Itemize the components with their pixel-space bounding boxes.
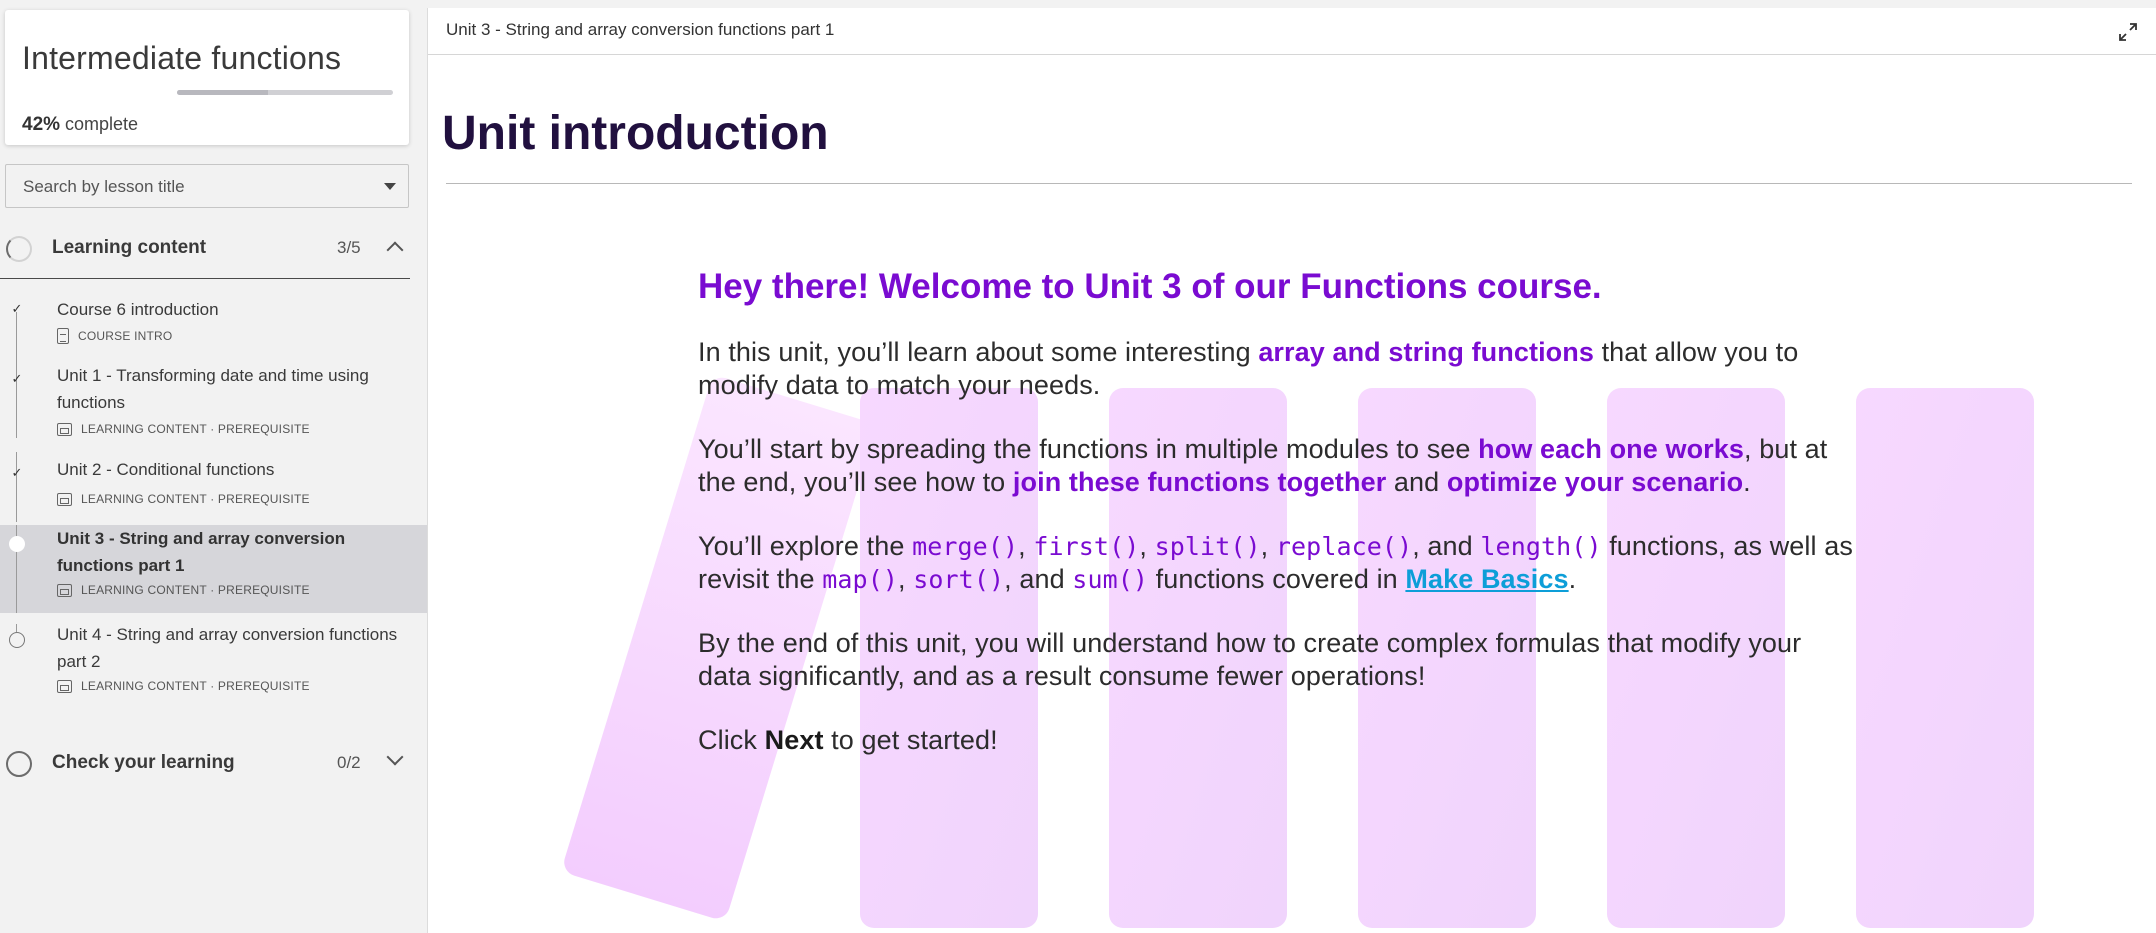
topbar-title: Unit 3 - String and array conversion fun… — [446, 20, 835, 39]
progress-bar — [177, 90, 393, 95]
page-title: Unit introduction — [442, 107, 829, 160]
lesson-title: Unit 1 - Transforming date and time usin… — [57, 366, 369, 412]
lesson-meta: LEARNING CONTENT · PREREQUISITE — [57, 492, 310, 506]
section-title: Check your learning — [52, 752, 235, 773]
next-keyword: Next — [764, 725, 824, 755]
progress-percent: 42% — [22, 114, 61, 135]
function-code: length() — [1480, 532, 1602, 561]
search-placeholder: Search by lesson title — [23, 177, 185, 196]
lesson-title: Unit 4 - String and array conversion fun… — [57, 625, 398, 671]
welcome-heading: Hey there! Welcome to Unit 3 of our Func… — [698, 267, 1602, 306]
lesson-body: Hey there! Welcome to Unit 3 of our Func… — [698, 266, 1858, 788]
lesson-item-unit-4[interactable]: Unit 4 - String and array conversion fun… — [0, 624, 427, 702]
lesson-meta-text: COURSE INTRO — [78, 329, 173, 343]
course-progress-card: Intermediate functions 42% complete — [5, 10, 409, 145]
check-icon: ✓ — [11, 465, 23, 480]
lesson-item-course-intro[interactable]: ✓ Course 6 introduction COURSE INTRO — [0, 290, 427, 358]
expand-icon[interactable] — [2118, 22, 2138, 42]
paragraph-4: By the end of this unit, you will unders… — [698, 628, 1802, 691]
divider — [446, 183, 2132, 184]
lesson-search-dropdown[interactable]: Search by lesson title — [5, 164, 409, 208]
caret-down-icon — [384, 183, 396, 190]
progress-suffix: complete — [60, 114, 139, 134]
lesson-title: Unit 2 - Conditional functions — [57, 460, 275, 479]
check-icon: ✓ — [11, 301, 23, 316]
lesson-meta-text: LEARNING CONTENT · PREREQUISITE — [81, 492, 310, 506]
slides-icon — [57, 492, 72, 506]
lesson-item-unit-3[interactable]: Unit 3 - String and array conversion fun… — [0, 525, 427, 613]
lesson-meta: LEARNING CONTENT · PREREQUISITE — [57, 583, 310, 597]
paragraph-2: You’ll start by spreading the functions … — [698, 434, 1828, 497]
lesson-content-panel: Unit 3 - String and array conversion fun… — [427, 8, 2156, 933]
progress-bar-fill — [177, 90, 268, 95]
paragraph-5: Click Next to get started! — [698, 725, 998, 755]
section-title: Learning content — [52, 237, 207, 258]
lesson-title: Course 6 introduction — [57, 300, 219, 319]
lesson-item-unit-1[interactable]: ✓ Unit 1 - Transforming date and time us… — [0, 358, 427, 438]
highlight-text: array and string functions — [1258, 337, 1594, 367]
content-topbar: Unit 3 - String and array conversion fun… — [428, 8, 2156, 55]
highlight-text: join these functions together — [1012, 467, 1387, 497]
section-progress-ring-icon — [6, 751, 32, 777]
highlight-text: how each one works — [1478, 434, 1745, 464]
function-code: map() — [822, 565, 899, 594]
section-learning-content[interactable]: Learning content 3/5 — [0, 223, 410, 279]
function-code: sort() — [913, 565, 1005, 594]
timeline-line — [16, 358, 17, 438]
lesson-meta-text: LEARNING CONTENT · PREREQUISITE — [81, 583, 310, 597]
timeline-line — [16, 452, 17, 522]
slides-icon — [57, 679, 72, 693]
section-count: 0/2 — [337, 753, 361, 772]
lesson-title: Unit 3 - String and array conversion fun… — [57, 529, 346, 575]
incomplete-lesson-indicator-icon — [9, 632, 25, 648]
function-code: split() — [1154, 532, 1261, 561]
progress-label: 42% complete — [22, 114, 138, 136]
lesson-meta: LEARNING CONTENT · PREREQUISITE — [57, 422, 310, 436]
chevron-up-icon[interactable] — [386, 241, 404, 259]
lesson-item-unit-2[interactable]: ✓ Unit 2 - Conditional functions LEARNIN… — [0, 452, 427, 522]
course-title: Intermediate functions — [22, 40, 342, 76]
check-icon: ✓ — [11, 371, 23, 386]
document-icon — [57, 328, 69, 344]
current-lesson-indicator-icon — [9, 536, 25, 552]
function-code: first() — [1033, 532, 1140, 561]
function-code: replace() — [1275, 532, 1413, 561]
paragraph-1: In this unit, you’ll learn about some in… — [698, 337, 1799, 400]
slides-icon — [57, 583, 72, 597]
section-check-your-learning[interactable]: Check your learning 0/2 — [0, 738, 410, 788]
course-sidebar: Intermediate functions 42% complete Sear… — [0, 0, 427, 933]
make-basics-link[interactable]: Make Basics — [1405, 564, 1568, 594]
section-progress-ring-icon — [6, 236, 32, 262]
paragraph-3: You’ll explore the merge(), first(), spl… — [698, 531, 1853, 594]
lesson-meta-text: LEARNING CONTENT · PREREQUISITE — [81, 422, 310, 436]
function-code: merge() — [912, 532, 1019, 561]
lesson-meta: COURSE INTRO — [57, 328, 172, 344]
highlight-text: optimize your scenario — [1446, 467, 1744, 497]
function-code: sum() — [1072, 565, 1149, 594]
section-count: 3/5 — [337, 238, 361, 257]
chevron-down-icon[interactable] — [386, 748, 404, 766]
timeline-line — [16, 312, 17, 358]
decorative-bar — [1856, 388, 2034, 928]
lesson-meta: LEARNING CONTENT · PREREQUISITE — [57, 679, 310, 693]
lesson-meta-text: LEARNING CONTENT · PREREQUISITE — [81, 679, 310, 693]
slides-icon — [57, 422, 72, 436]
timeline-line — [16, 624, 17, 632]
